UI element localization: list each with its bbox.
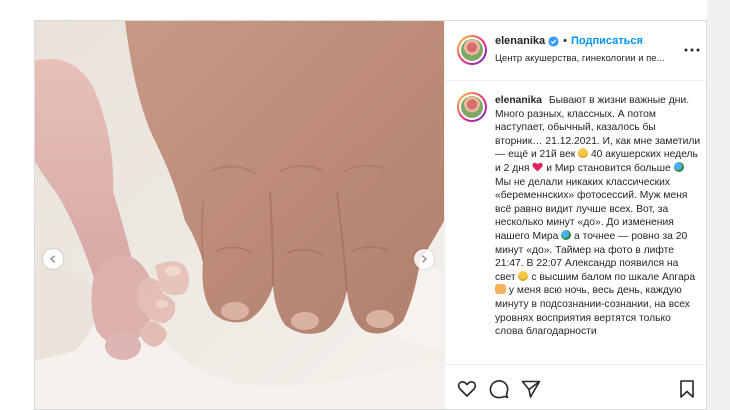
smiling-face-emoji-icon bbox=[518, 270, 529, 281]
verified-badge-icon bbox=[548, 35, 559, 47]
prev-slide-button[interactable] bbox=[43, 249, 63, 269]
globe-emoji-icon bbox=[561, 229, 572, 240]
avatar[interactable] bbox=[457, 35, 487, 65]
share-button[interactable] bbox=[521, 379, 541, 399]
caption-username[interactable]: elenanika bbox=[495, 95, 542, 106]
heart-icon bbox=[457, 381, 477, 397]
caption-text: elenanika Бывают в жизни важные дни. Мно… bbox=[495, 94, 701, 339]
folded-hands-emoji-icon bbox=[495, 284, 506, 295]
post-caption: elenanika Бывают в жизни важные дни. Мно… bbox=[445, 82, 706, 364]
post-photo[interactable] bbox=[35, 21, 444, 409]
comment-button[interactable] bbox=[489, 379, 509, 399]
more-options-icon[interactable] bbox=[684, 47, 700, 53]
like-button[interactable] bbox=[457, 379, 477, 399]
page-scrollbar-area[interactable] bbox=[707, 0, 730, 410]
globe-emoji-icon bbox=[673, 161, 684, 172]
post-header: elenanika • Подписаться Центр акушерства… bbox=[445, 21, 706, 81]
paper-plane-icon bbox=[521, 380, 541, 398]
caption-segment: и Мир становится больше bbox=[543, 162, 674, 174]
username-link[interactable]: elenanika bbox=[495, 34, 545, 48]
separator-dot: • bbox=[563, 35, 567, 47]
post-side-panel: elenanika • Подписаться Центр акушерства… bbox=[444, 21, 706, 409]
caption-segment: с высшим балом по шкале Апгара bbox=[528, 271, 696, 283]
post-modal: elenanika • Подписаться Центр акушерства… bbox=[34, 20, 707, 410]
follow-button[interactable]: Подписаться bbox=[571, 34, 643, 48]
save-button[interactable] bbox=[677, 379, 697, 399]
post-actions bbox=[445, 364, 706, 409]
bookmark-icon bbox=[680, 380, 694, 398]
photo-image bbox=[35, 21, 444, 409]
red-heart-emoji-icon bbox=[532, 162, 543, 172]
next-slide-button[interactable] bbox=[414, 249, 434, 269]
chevron-left-icon bbox=[49, 255, 55, 263]
location-link[interactable]: Центр акушерства, гинекологии и пе... bbox=[495, 53, 680, 64]
caption-avatar[interactable] bbox=[457, 92, 487, 122]
chevron-right-icon bbox=[422, 255, 428, 263]
caption-segment: у меня всю ночь, весь день, каждую минут… bbox=[495, 285, 690, 338]
comment-icon bbox=[489, 380, 509, 399]
scream-emoji-icon bbox=[578, 148, 589, 159]
